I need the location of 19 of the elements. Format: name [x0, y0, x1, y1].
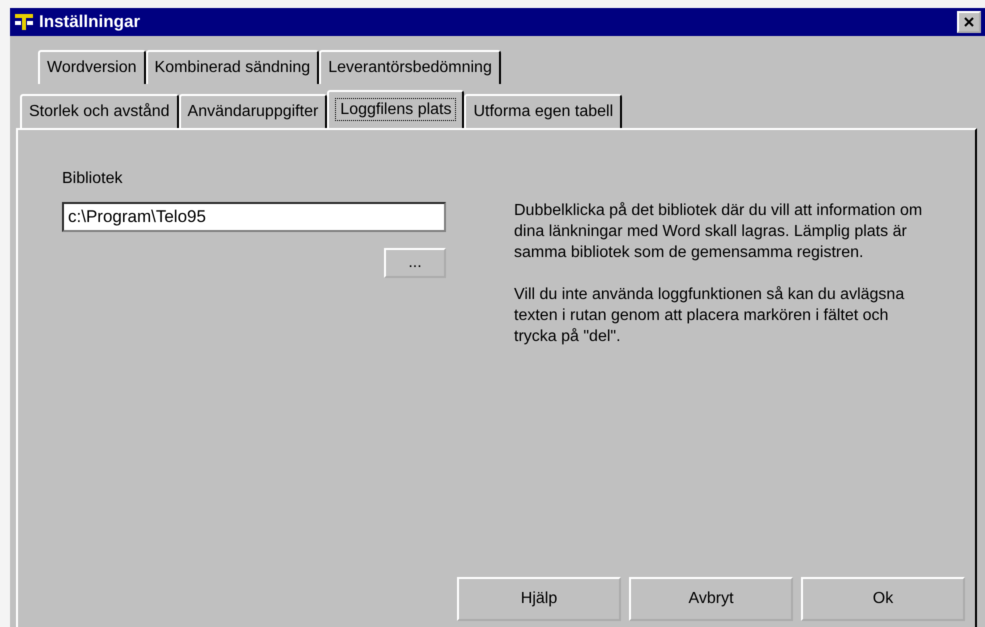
- help-text: Vill du inte använda loggfunktionen så kan du avlägsna texten i rutan genom att placera markören i fältet och trycka på "del".: [514, 285, 906, 347]
- tab[interactable]: Leverantörsbedömning: [319, 50, 501, 84]
- app-logo-icon: [14, 12, 34, 32]
- tab[interactable]: Loggfilens plats: [327, 90, 464, 128]
- browse-button[interactable]: ...: [384, 248, 446, 278]
- help-text: Dubbelklicka på det bibliotek där du vill att information om dina länkningar med Word skall lagras. Lämplig plats är samma bibliotek som de gemensamma registren.: [514, 201, 924, 263]
- tab[interactable]: Användaruppgifter: [178, 94, 328, 128]
- folder-input-field[interactable]: c:\Program\Telo95: [62, 202, 446, 232]
- close-icon: [963, 16, 975, 28]
- field-label: Bibliotek: [62, 170, 124, 188]
- tab[interactable]: Storlek och avstånd: [20, 94, 179, 128]
- close-button[interactable]: [957, 11, 981, 33]
- dialog-button[interactable]: Hjälp: [457, 577, 621, 621]
- window-title: Inställningar: [39, 12, 142, 32]
- dialog-button[interactable]: Avbryt: [629, 577, 793, 621]
- tab[interactable]: Kombinerad sändning: [146, 50, 320, 84]
- dialog-button[interactable]: Ok: [801, 577, 965, 621]
- tab[interactable]: Wordversion: [38, 50, 146, 84]
- tab[interactable]: Utforma egen tabell: [464, 94, 622, 128]
